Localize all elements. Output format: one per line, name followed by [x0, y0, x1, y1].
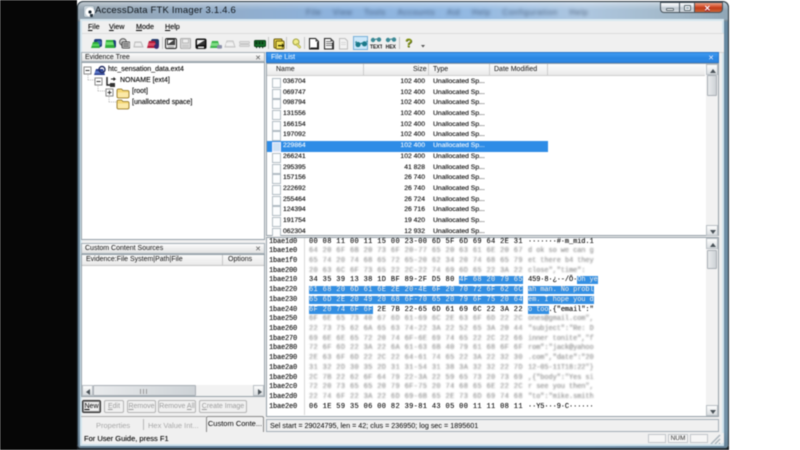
svg-text:HEX: HEX	[386, 45, 397, 51]
svg-text:TEXT: TEXT	[370, 45, 382, 51]
